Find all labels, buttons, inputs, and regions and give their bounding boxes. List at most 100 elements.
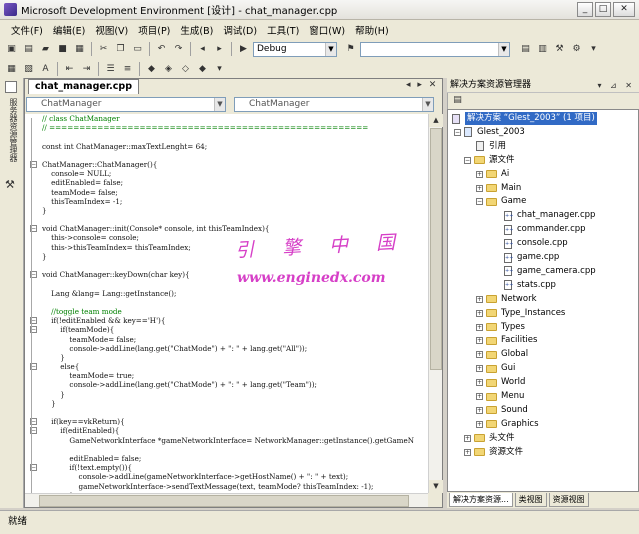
new-project-icon[interactable]: ▣ — [4, 42, 19, 56]
file-node[interactable]: ++ commander.cpp — [504, 223, 586, 236]
horizontal-scrollbar[interactable] — [25, 493, 428, 507]
save-icon[interactable]: ■ — [55, 42, 70, 56]
tab-chat-manager[interactable]: chat_manager.cpp — [28, 79, 139, 94]
source-files-node[interactable]: − 源文件 — [464, 154, 515, 167]
expand-icon[interactable]: + — [476, 184, 483, 192]
toolbar-options-icon[interactable]: ▾ — [212, 62, 227, 76]
expand-icon[interactable]: + — [476, 420, 483, 428]
panel-tab[interactable]: 资源视图 — [548, 493, 589, 507]
file-node[interactable]: ++ game_camera.cpp — [504, 265, 596, 278]
menu-item[interactable]: 调试(D) — [218, 23, 262, 37]
class-view-icon[interactable]: ⚙ — [569, 42, 584, 56]
project-node[interactable]: − Glest_2003 — [454, 126, 525, 139]
paste-icon[interactable]: ▭ — [130, 42, 145, 56]
file-node[interactable]: ++ chat_manager.cpp — [504, 209, 595, 222]
undo-icon[interactable]: ↶ — [154, 42, 169, 56]
menu-item[interactable]: 生成(B) — [175, 23, 218, 37]
code-editor[interactable]: // class ChatManager// =================… — [25, 114, 428, 493]
menu-item[interactable]: 帮助(H) — [350, 23, 394, 37]
quick-info-icon[interactable]: A — [38, 62, 53, 76]
game-folder-node[interactable]: − Game — [476, 195, 526, 208]
menu-item[interactable]: 视图(V) — [90, 23, 133, 37]
folder-node[interactable]: + Type_Instances — [476, 307, 565, 320]
expand-icon[interactable]: + — [476, 295, 483, 303]
file-node[interactable]: ++ game.cpp — [504, 251, 559, 264]
file-node[interactable]: ++ stats.cpp — [504, 279, 556, 292]
add-item-icon[interactable]: ▤ — [21, 42, 36, 56]
menu-item[interactable]: 项目(P) — [133, 23, 175, 37]
expand-icon[interactable]: + — [476, 170, 483, 178]
member-combo[interactable]: ChatManager ▼ — [234, 97, 434, 112]
expand-icon[interactable]: + — [476, 309, 483, 317]
find-combo[interactable]: ▼ — [360, 41, 510, 57]
parameter-info-icon[interactable]: ▧ — [21, 62, 36, 76]
increase-indent-icon[interactable]: ⇥ — [79, 62, 94, 76]
class-combo[interactable]: ChatManager ▼ — [26, 97, 226, 112]
more-icon[interactable]: ▾ — [586, 42, 601, 56]
expand-icon[interactable]: + — [464, 448, 471, 456]
folder-node[interactable]: + Ai — [476, 168, 509, 181]
properties-button-icon[interactable]: ▤ — [450, 93, 465, 107]
menu-item[interactable]: 编辑(E) — [48, 23, 90, 37]
expand-icon[interactable]: + — [476, 406, 483, 414]
redo-icon[interactable]: ↷ — [171, 42, 186, 56]
close-button[interactable]: ✕ — [613, 2, 635, 17]
panel-tab[interactable]: 解决方案资源... — [449, 493, 513, 507]
menu-item[interactable]: 工具(T) — [262, 23, 304, 37]
open-file-icon[interactable]: ▰ — [38, 42, 53, 56]
document-nav-controls[interactable]: ◂ ▸ ✕ — [406, 80, 438, 90]
uncomment-icon[interactable]: ≡ — [120, 62, 135, 76]
folder-node[interactable]: + Sound — [476, 404, 528, 417]
expand-icon[interactable]: + — [476, 351, 483, 359]
find-icon[interactable]: ⚑ — [343, 42, 358, 56]
vertical-scrollbar[interactable]: ▲ ▼ — [428, 114, 443, 493]
references-node[interactable]: 引用 — [466, 140, 506, 153]
clear-bookmarks-icon[interactable]: ◆ — [195, 62, 210, 76]
maximize-button[interactable]: □ — [595, 2, 611, 17]
folder-node[interactable]: + Menu — [476, 390, 524, 403]
prev-bookmark-icon[interactable]: ◇ — [178, 62, 193, 76]
menu-item[interactable]: 文件(F) — [6, 23, 48, 37]
toolbox-tab-icon[interactable]: ⚒ — [5, 178, 15, 191]
solution-config-select[interactable]: Debug ▼ — [253, 41, 337, 57]
object-members-icon[interactable]: ▦ — [4, 62, 19, 76]
toolbox-icon[interactable]: ⚒ — [552, 42, 567, 56]
expand-icon[interactable]: + — [476, 393, 483, 400]
expand-icon[interactable]: + — [464, 434, 471, 442]
server-explorer-tab[interactable]: 服务器资源管理器 — [6, 98, 18, 162]
collapse-icon[interactable]: − — [464, 156, 471, 164]
expand-icon[interactable]: + — [476, 379, 483, 387]
folder-node[interactable]: + Main — [476, 182, 521, 195]
folder-node[interactable]: + Gui — [476, 362, 515, 375]
solution-explorer-icon[interactable]: ▤ — [518, 42, 533, 56]
expand-icon[interactable]: + — [476, 337, 483, 345]
panel-controls[interactable]: ▾ ⊿ ✕ — [597, 78, 635, 93]
navigate-back-icon[interactable]: ◂ — [195, 42, 210, 56]
solution-root[interactable]: 解决方案 “Glest_2003” (1 项目) — [452, 112, 597, 125]
next-bookmark-icon[interactable]: ◈ — [161, 62, 176, 76]
comment-icon[interactable]: ☰ — [103, 62, 118, 76]
collapse-icon[interactable]: − — [476, 198, 483, 206]
copy-icon[interactable]: ❐ — [113, 42, 128, 56]
collapse-icon[interactable]: − — [454, 128, 461, 136]
resource-files-node[interactable]: + 资源文件 — [464, 446, 523, 459]
server-explorer-icon[interactable] — [5, 81, 17, 93]
cut-icon[interactable]: ✂ — [96, 42, 111, 56]
panel-tab[interactable]: 类视图 — [514, 493, 547, 507]
file-node[interactable]: ++ console.cpp — [504, 237, 568, 250]
folder-node[interactable]: + Facilities — [476, 334, 537, 347]
minimize-button[interactable]: _ — [577, 2, 593, 17]
expand-icon[interactable]: + — [476, 323, 483, 331]
expand-icon[interactable]: + — [476, 365, 483, 373]
menu-item[interactable]: 窗口(W) — [304, 23, 350, 37]
folder-node[interactable]: + Graphics — [476, 418, 539, 431]
folder-node[interactable]: + Global — [476, 348, 528, 361]
properties-icon[interactable]: ▥ — [535, 42, 550, 56]
folder-node[interactable]: + World — [476, 376, 525, 389]
save-all-icon[interactable]: ▦ — [72, 42, 87, 56]
start-debug-icon[interactable]: ▶ — [236, 42, 251, 56]
folder-node[interactable]: + Types — [476, 321, 525, 334]
header-files-node[interactable]: + 头文件 — [464, 432, 515, 445]
navigate-forward-icon[interactable]: ▸ — [212, 42, 227, 56]
toggle-bookmark-icon[interactable]: ◆ — [144, 62, 159, 76]
